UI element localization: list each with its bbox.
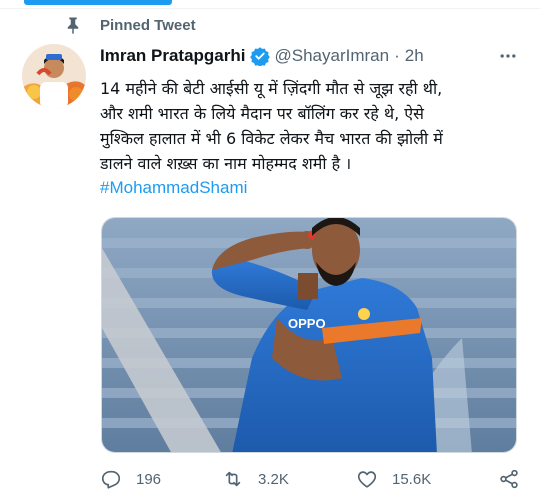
tweet-photo[interactable]: OPPO — [101, 217, 517, 453]
tweet-actions: 196 3.2K 15.6K — [100, 468, 520, 494]
avatar[interactable] — [22, 44, 86, 108]
tweet-text-line: डालने वाले शख़्स का नाम मोहम्मद शमी है । — [100, 154, 352, 173]
retweet-count: 3.2K — [258, 470, 289, 488]
tweet-header: Imran Pratapgarhi @ShayarImran · 2h — [100, 44, 520, 68]
pinned-tweet-label: Pinned Tweet — [64, 16, 196, 34]
avatar-image — [22, 44, 86, 108]
hashtag-link[interactable]: #MohammadShami — [100, 178, 247, 198]
tweet-text-line: और शमी भारत के लिये मैदान पर बॉलिंग कर र… — [100, 104, 424, 123]
share-button[interactable] — [498, 468, 520, 490]
heart-icon — [357, 471, 377, 488]
retweet-icon — [225, 471, 241, 487]
top-divider — [0, 8, 540, 9]
tweet-text-line: मुश्किल हालात में भी 6 विकेट लेकर मैच भा… — [100, 129, 443, 148]
share-icon — [500, 469, 518, 489]
cricket-player-photo: OPPO — [102, 218, 516, 452]
tweet-text: 14 महीने की बेटी आईसी यू में ज़िंदगी मौत… — [100, 76, 520, 176]
more-options-icon[interactable] — [496, 44, 520, 68]
more-dots-icon — [500, 54, 516, 58]
reply-button[interactable]: 196 — [100, 468, 161, 490]
top-tab-indicator — [24, 0, 172, 5]
jersey-sponsor-text: OPPO — [288, 316, 326, 331]
author-handle[interactable]: @ShayarImran — [275, 46, 390, 66]
pinned-label-text: Pinned Tweet — [100, 16, 196, 34]
reply-icon — [101, 470, 121, 489]
verified-badge-icon — [249, 47, 270, 66]
tweet-time[interactable]: 2h — [405, 46, 424, 66]
author-name[interactable]: Imran Pratapgarhi — [100, 46, 246, 66]
like-count: 15.6K — [392, 470, 432, 488]
tweet-text-line: 14 महीने की बेटी आईसी यू में ज़िंदगी मौत… — [100, 79, 443, 98]
retweet-button[interactable]: 3.2K — [222, 468, 289, 490]
separator-dot: · — [394, 46, 400, 65]
like-button[interactable]: 15.6K — [356, 468, 431, 490]
reply-count: 196 — [136, 470, 162, 488]
pin-icon — [67, 17, 79, 34]
